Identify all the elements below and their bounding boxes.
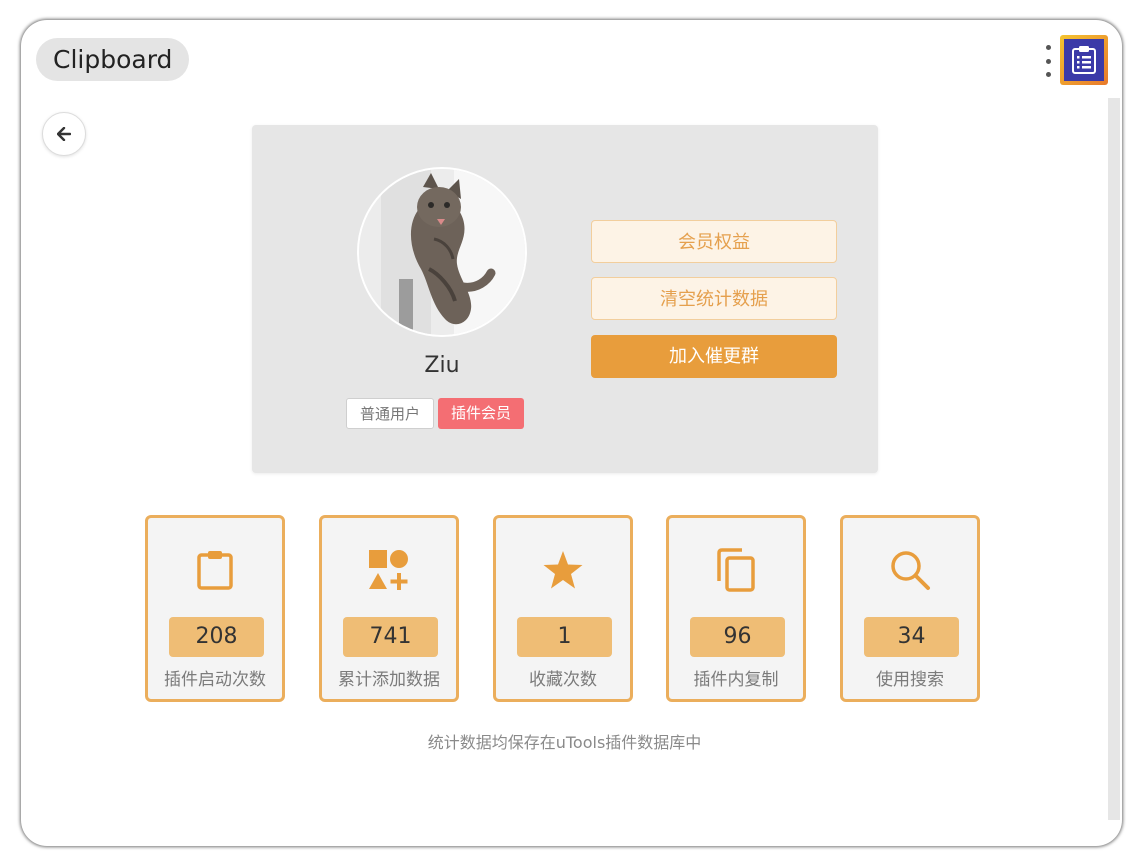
stat-value: 208 [169,617,264,657]
stat-card-added: 741 累计添加数据 [319,515,459,702]
stat-label: 收藏次数 [529,670,597,690]
stat-value: 34 [864,617,959,657]
app-window: Clipboard Ziu 普通用户 插件会员 会员权益 清空统计数据 加入催更… [21,20,1122,846]
plugin-member-tag: 插件会员 [438,398,525,429]
clipboard-list-icon [1060,35,1108,85]
stat-value: 741 [343,617,438,657]
storage-footnote: 统计数据均保存在uTools插件数据库中 [427,733,702,752]
regular-user-tag: 普通用户 [346,398,435,429]
search-icon [891,551,930,590]
stat-value: 1 [517,617,612,657]
avatar [357,167,527,337]
more-vertical-icon[interactable] [1043,45,1053,77]
user-tags: 普通用户 插件会员 [346,398,525,429]
shapes-icon [369,550,408,590]
back-button[interactable] [42,112,86,156]
star-icon [543,551,583,589]
stat-card-launches: 208 插件启动次数 [145,515,285,702]
clear-stats-button[interactable]: 清空统计数据 [591,277,837,320]
stat-card-favorites: 1 收藏次数 [493,515,633,702]
stat-card-copies: 96 插件内复制 [666,515,806,702]
app-title: Clipboard [36,38,190,81]
stat-label: 插件内复制 [693,670,779,690]
stat-label: 累计添加数据 [338,670,440,690]
clipboard-icon [197,551,233,590]
stat-value: 96 [690,617,785,657]
arrow-left-icon [57,127,71,141]
stat-card-searches: 34 使用搜索 [840,515,980,702]
stat-label: 使用搜索 [876,670,944,690]
scrollbar[interactable] [1108,98,1120,820]
join-group-button[interactable]: 加入催更群 [591,335,837,378]
stat-label: 插件启动次数 [164,670,266,690]
profile-card: Ziu 普通用户 插件会员 会员权益 清空统计数据 加入催更群 [252,125,878,473]
copy-icon [717,548,755,592]
member-benefits-button[interactable]: 会员权益 [591,220,837,263]
username: Ziu [424,353,460,378]
